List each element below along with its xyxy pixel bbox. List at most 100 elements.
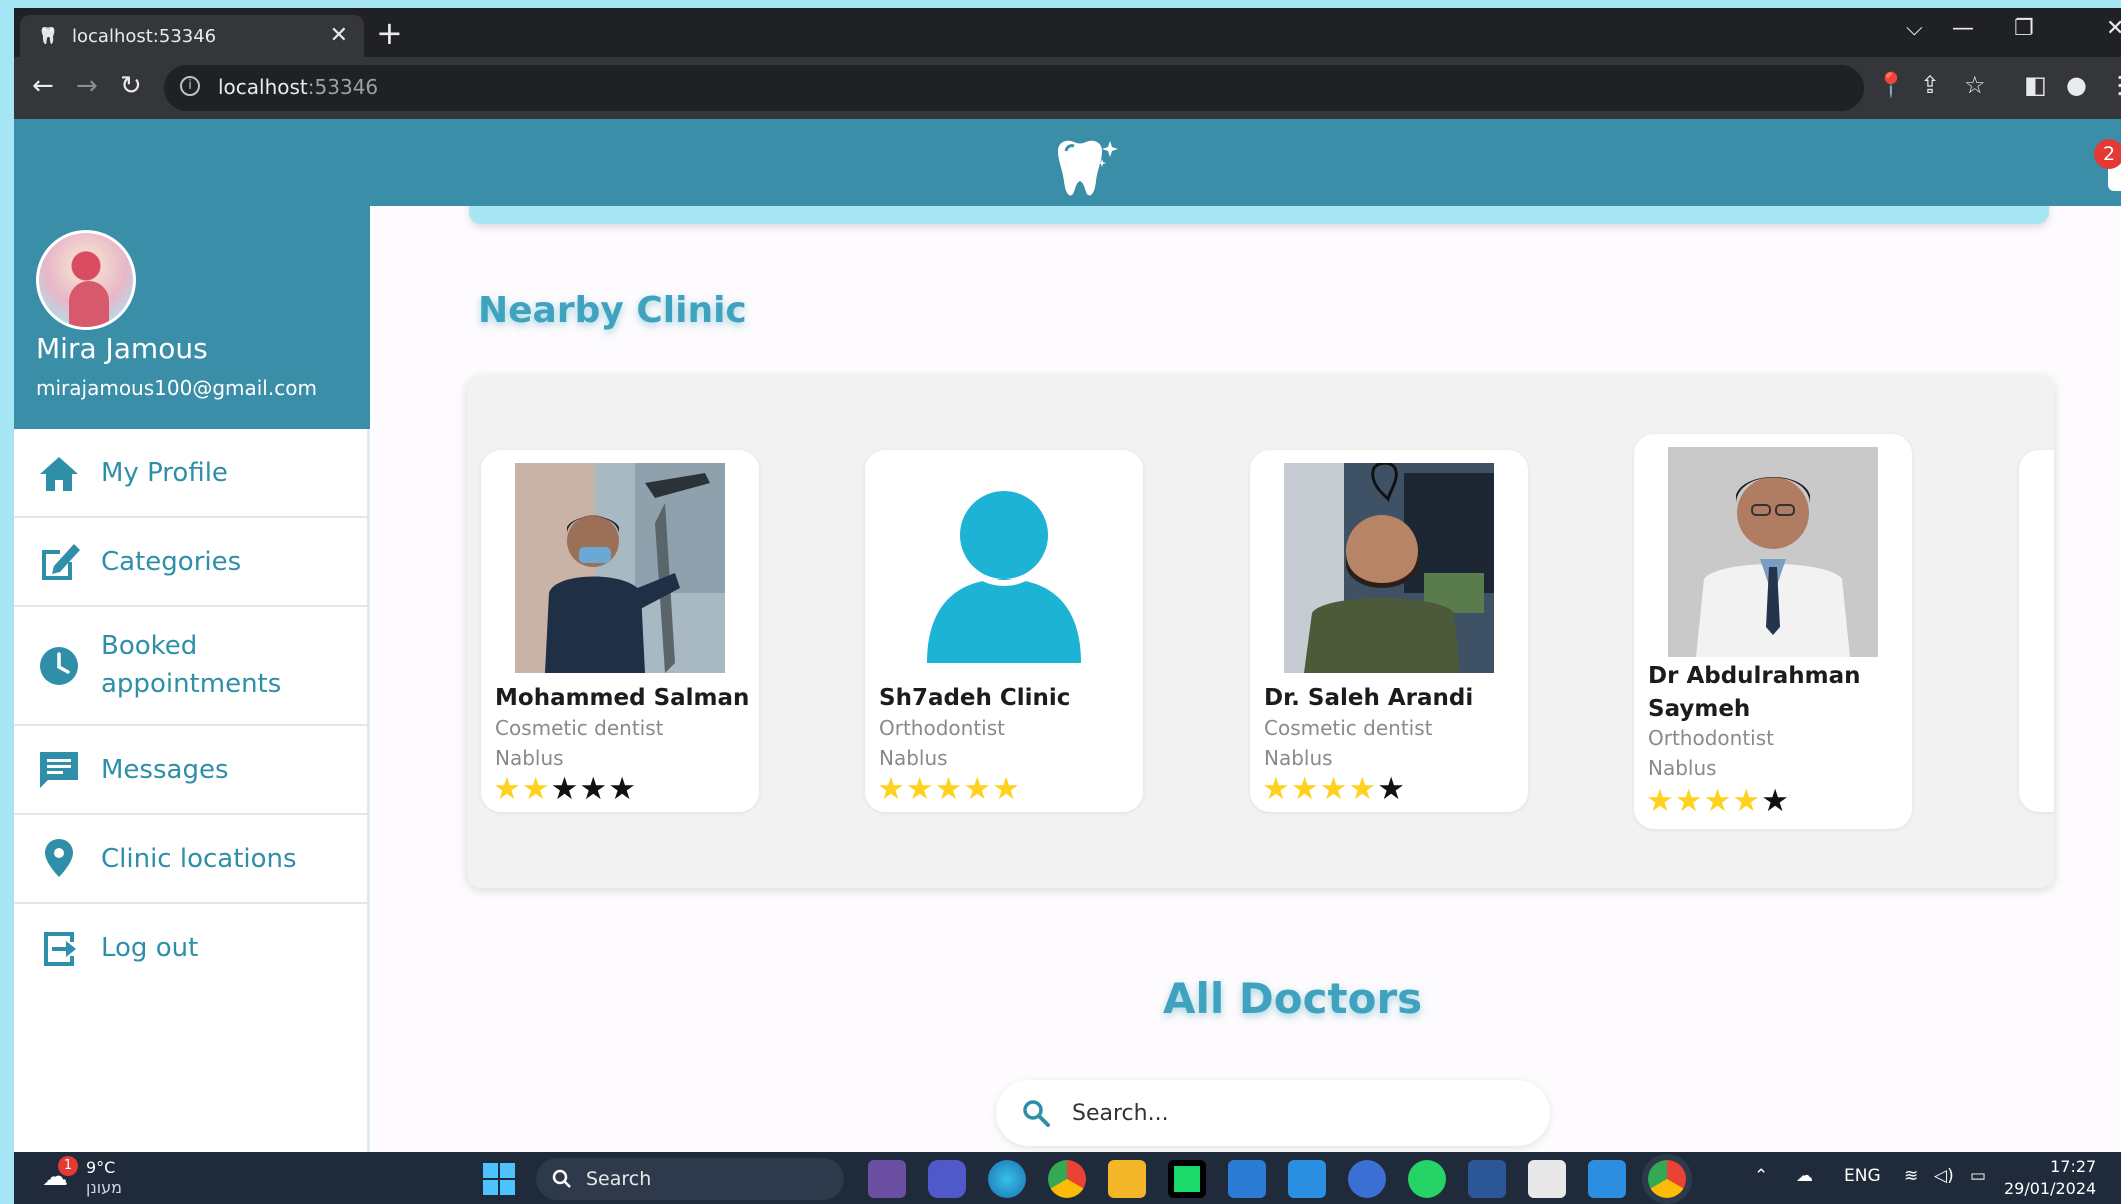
edge-browser-icon[interactable]: [988, 1160, 1026, 1198]
mail-app-icon[interactable]: [1228, 1160, 1266, 1198]
home-icon: [40, 457, 78, 491]
clinic-card-specialty: Cosmetic dentist: [495, 716, 664, 740]
browser-tab[interactable]: 🦷 localhost:53346 ✕: [20, 15, 364, 57]
clinic-card[interactable]: Dr Abdulrahman Saymeh Orthodontist Nablu…: [1634, 434, 1912, 829]
clinic-card-name: Sh7adeh Clinic: [879, 685, 1071, 711]
clinic-card[interactable]: Mohammed Salman Cosmetic dentist Nablus …: [481, 450, 759, 812]
minimize-icon[interactable]: —: [1952, 16, 1974, 41]
avatar[interactable]: [36, 230, 136, 330]
pycharm-app-icon[interactable]: [1168, 1160, 1206, 1198]
clinic-card-city: Nablus: [1648, 756, 1717, 780]
doctor-photo: [1284, 463, 1494, 673]
clinic-card-name: Dr Abdulrahman Saymeh: [1648, 663, 1861, 722]
clinic-card-partial[interactable]: [2019, 450, 2054, 812]
rating-stars: ★★★★★: [493, 772, 637, 806]
doctor-photo: [515, 463, 725, 673]
main-content: Nearby Clinic Mohammed Salman Cosmetic d…: [373, 206, 2121, 1152]
star-filled-icon: ★: [934, 771, 964, 807]
close-tab-icon[interactable]: ✕: [330, 23, 348, 48]
edit-icon: [42, 544, 80, 580]
side-panel-icon[interactable]: ◧: [2024, 71, 2047, 99]
sidebar-item-log-out[interactable]: Log out: [14, 904, 370, 993]
sidebar-item-my-profile[interactable]: My Profile: [14, 429, 370, 518]
star-filled-icon: ★: [1732, 783, 1762, 819]
search-icon: [1023, 1100, 1050, 1127]
search-input[interactable]: [1072, 1095, 1512, 1131]
url-host: localhost: [218, 75, 308, 99]
doctor-photo: [1668, 447, 1878, 657]
star-filled-icon: ★: [877, 771, 906, 807]
sidebar-item-label: Categories: [101, 547, 242, 577]
user-email: mirajamous100@gmail.com: [36, 376, 317, 400]
back-arrow-icon[interactable]: ←: [32, 71, 54, 101]
volume-icon[interactable]: ◁): [1934, 1166, 1954, 1186]
top-banner-card: [469, 206, 2049, 224]
bookmark-star-icon[interactable]: ☆: [1964, 71, 1986, 99]
star-filled-icon: ★: [992, 771, 1021, 807]
battery-icon[interactable]: ▭: [1970, 1166, 1986, 1186]
clinic-card-specialty: Orthodontist: [1648, 726, 1774, 750]
sidebar-item-label: Log out: [101, 933, 199, 963]
tooth-logo-icon: [1058, 140, 1118, 196]
chrome-active-icon[interactable]: [1648, 1160, 1686, 1198]
star-empty-icon: ★: [579, 771, 609, 807]
teams-app-icon[interactable]: [928, 1160, 966, 1198]
rating-stars: ★★★★★: [1262, 772, 1406, 806]
star-empty-icon: ★: [550, 771, 580, 807]
location-icon[interactable]: 📍: [1876, 71, 1906, 99]
address-bar[interactable]: i localhost:53346: [164, 65, 1864, 111]
star-filled-icon: ★: [493, 771, 522, 807]
app-icon[interactable]: [1348, 1160, 1386, 1198]
menu-dots-icon[interactable]: ⋮: [2108, 71, 2121, 99]
tray-chevron-up-icon[interactable]: ⌃: [1754, 1166, 1768, 1186]
new-tab-icon[interactable]: +: [376, 14, 403, 52]
weather-badge: 1: [58, 1156, 78, 1176]
windows-taskbar: ☁ 1 9°C מעונן Search ⌃ ☁ ENG ≋ ◁) ▭ 17:2…: [14, 1152, 2121, 1204]
star-filled-icon: ★: [1262, 771, 1291, 807]
tray-network-warning-icon[interactable]: ☁: [1796, 1166, 1813, 1186]
doctor-search-box[interactable]: [996, 1080, 1550, 1146]
clinic-card[interactable]: Sh7adeh Clinic Orthodontist Nablus ★★★★★: [865, 450, 1143, 812]
sidebar-item-categories[interactable]: Categories: [14, 518, 370, 607]
sidebar-item-booked-appointments[interactable]: Booked appointments: [14, 607, 370, 726]
taskbar-clock[interactable]: 17:27 29/01/2024: [2004, 1156, 2096, 1200]
photos-app-icon[interactable]: [1588, 1160, 1626, 1198]
forward-arrow-icon[interactable]: →: [76, 71, 98, 101]
clinic-card-city: Nablus: [879, 746, 948, 770]
tab-search-chevron-icon[interactable]: ⌵: [1906, 16, 1923, 41]
profile-icon[interactable]: ●: [2066, 71, 2087, 99]
reload-icon[interactable]: ↻: [120, 71, 142, 101]
sidebar-item-messages[interactable]: Messages: [14, 726, 370, 815]
nearby-clinic-carousel[interactable]: Mohammed Salman Cosmetic dentist Nablus …: [467, 376, 2054, 888]
file-explorer-icon[interactable]: [1108, 1160, 1146, 1198]
sidebar-item-label: Messages: [101, 755, 229, 785]
windows-start-icon[interactable]: [480, 1160, 518, 1198]
screen-frame: 🦷 localhost:53346 ✕ + ⌵ — ❐ ✕ ← → ↻ i lo…: [14, 8, 2121, 1204]
clinic-card-specialty: Cosmetic dentist: [1264, 716, 1433, 740]
share-icon[interactable]: ⇪: [1920, 71, 1940, 99]
copilot-app-icon[interactable]: [868, 1160, 906, 1198]
clinic-card-name: Dr. Saleh Arandi: [1264, 685, 1474, 711]
site-info-icon[interactable]: i: [180, 76, 200, 96]
star-filled-icon: ★: [1703, 783, 1733, 819]
sidebar-item-clinic-locations[interactable]: Clinic locations: [14, 815, 370, 904]
whatsapp-app-icon[interactable]: [1408, 1160, 1446, 1198]
close-window-icon[interactable]: ✕: [2106, 16, 2121, 41]
vscode-app-icon[interactable]: [1288, 1160, 1326, 1198]
notification-bell[interactable]: 2: [2094, 139, 2121, 191]
wifi-icon[interactable]: ≋: [1904, 1166, 1918, 1186]
language-indicator[interactable]: ENG: [1844, 1166, 1881, 1186]
star-empty-icon: ★: [1377, 771, 1406, 807]
clinic-card-city: Nablus: [495, 746, 564, 770]
word-app-icon[interactable]: [1468, 1160, 1506, 1198]
chrome-profile-icon[interactable]: [1048, 1160, 1086, 1198]
taskbar-search[interactable]: Search: [536, 1158, 844, 1200]
snipping-tool-icon[interactable]: [1528, 1160, 1566, 1198]
star-empty-icon: ★: [608, 771, 637, 807]
clinic-card-city: Nablus: [1264, 746, 1333, 770]
sidebar: Mira Jamous mirajamous100@gmail.com My P…: [14, 206, 370, 1152]
clinic-card[interactable]: Dr. Saleh Arandi Cosmetic dentist Nablus…: [1250, 450, 1528, 812]
sidebar-item-label: Clinic locations: [101, 844, 297, 874]
restore-icon[interactable]: ❐: [2014, 16, 2034, 41]
star-filled-icon: ★: [521, 771, 551, 807]
